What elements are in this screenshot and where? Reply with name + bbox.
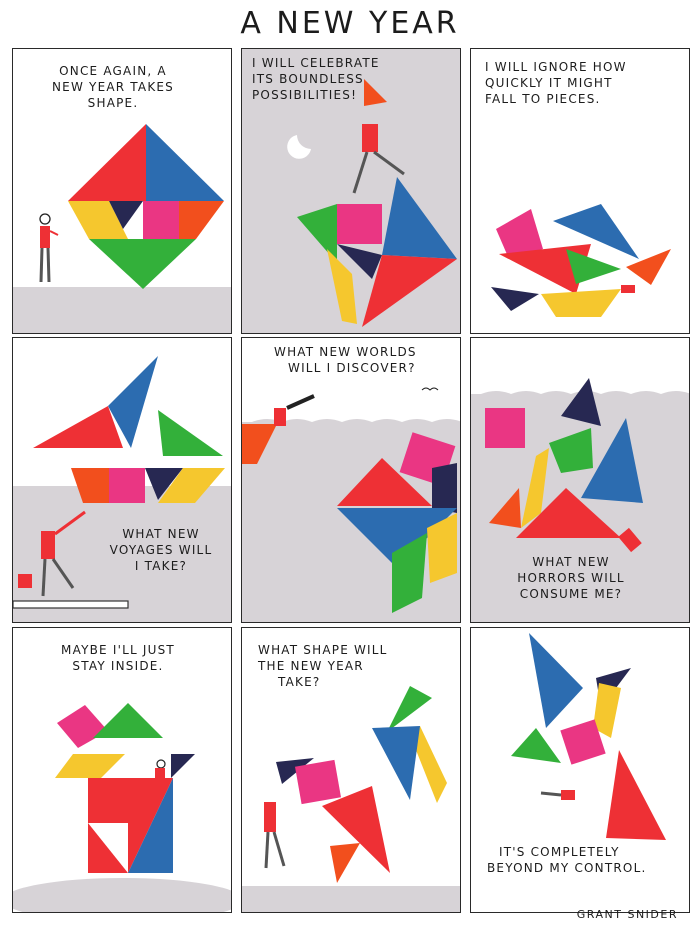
artist-credit: GRANT SNIDER [576, 908, 678, 921]
panel-1-caption: ONCE AGAIN, A NEW YEAR TAKES SHAPE. [52, 64, 174, 110]
panel-3: I WILL IGNORE HOW QUICKLY IT MIGHT FALL … [470, 48, 690, 334]
panel-4-caption: WHAT NEW VOYAGES WILL I TAKE? [109, 527, 213, 573]
panel-9-caption: IT'S COMPLETELY BEYOND MY CONTROL. [487, 845, 647, 875]
panel-5-art [242, 338, 460, 613]
panel-2-caption: I WILL CELEBRATE ITS BOUNDLESS POSSIBILI… [252, 56, 380, 102]
panel-8-caption: WHAT SHAPE WILL THE NEW YEAR TAKE? [258, 643, 388, 689]
comic-title: A NEW YEAR [240, 6, 460, 41]
panel-9: IT'S COMPLETELY BEYOND MY CONTROL. [470, 627, 690, 913]
panel-4: WHAT NEW VOYAGES WILL I TAKE? [12, 337, 232, 623]
panel-6-caption: WHAT NEW HORRORS WILL CONSUME ME? [517, 555, 625, 601]
panel-4-art [13, 356, 231, 622]
panel-3-caption: I WILL IGNORE HOW QUICKLY IT MIGHT FALL … [485, 60, 627, 106]
panel-8: WHAT SHAPE WILL THE NEW YEAR TAKE? [241, 627, 461, 913]
panel-1: ONCE AGAIN, A NEW YEAR TAKES SHAPE. [12, 48, 232, 334]
panel-6: WHAT NEW HORRORS WILL CONSUME ME? [470, 337, 690, 623]
panel-7: MAYBE I'LL JUST STAY INSIDE. [12, 627, 232, 913]
panel-5: WHAT NEW WORLDS WILL I DISCOVER? [241, 337, 461, 623]
moon-icon [287, 135, 311, 159]
panel-5-caption: WHAT NEW WORLDS WILL I DISCOVER? [274, 345, 417, 375]
panel-2: I WILL CELEBRATE ITS BOUNDLESS POSSIBILI… [241, 48, 461, 334]
panel-7-caption: MAYBE I'LL JUST STAY INSIDE. [61, 643, 175, 673]
